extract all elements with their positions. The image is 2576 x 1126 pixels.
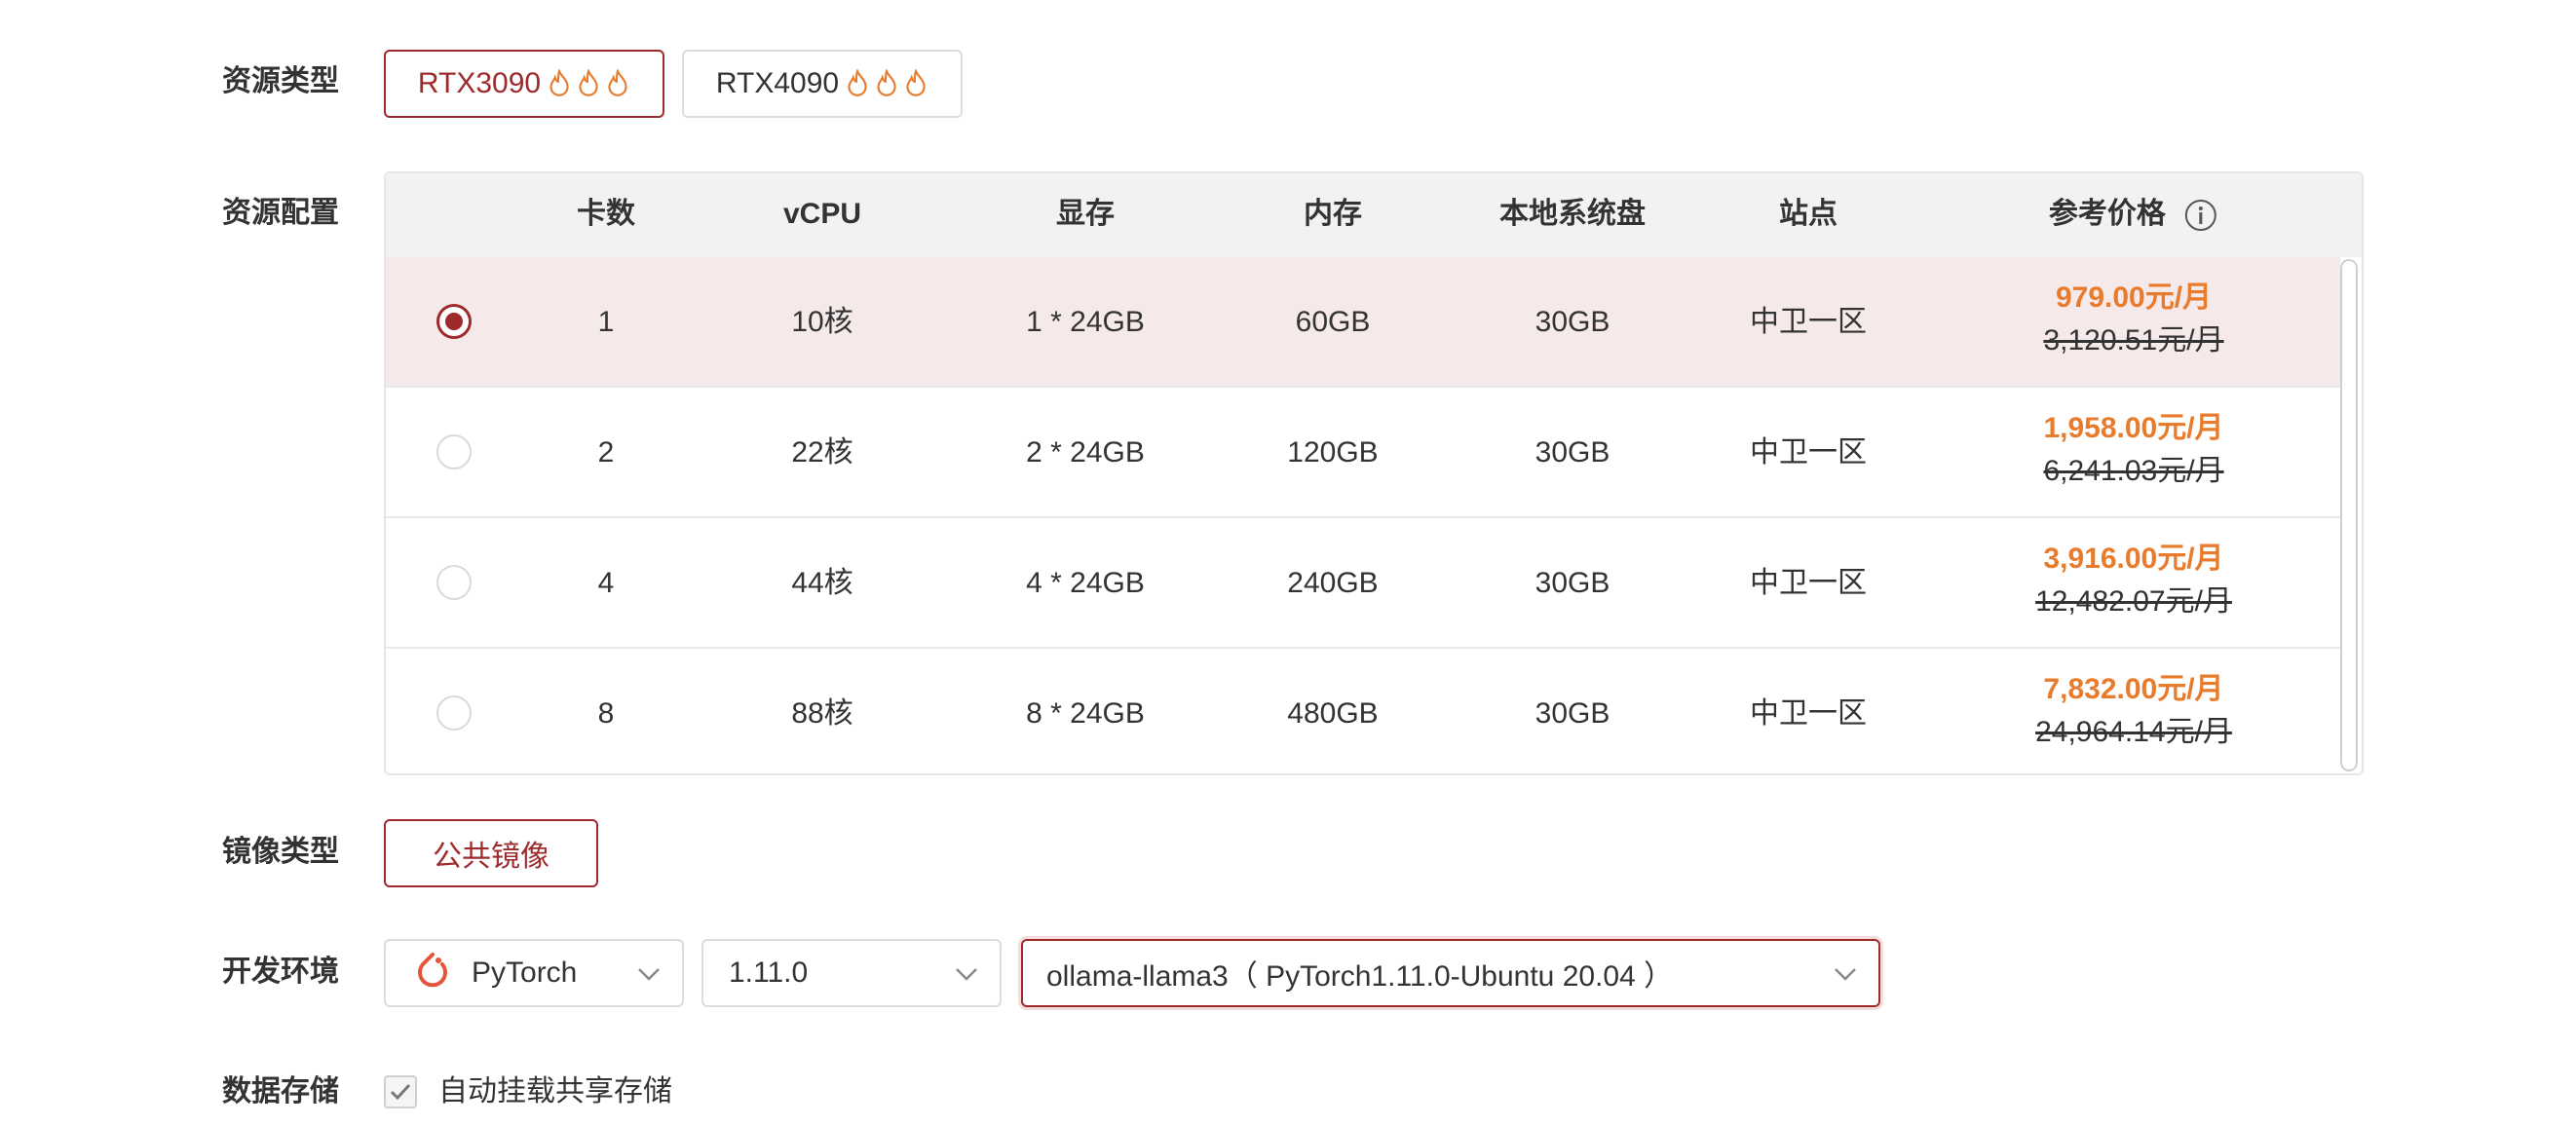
version-select-value: 1.11.0	[729, 957, 809, 989]
cell-memory: 120GB	[1287, 436, 1379, 469]
row-radio-button[interactable]	[436, 434, 472, 469]
original-price: 3,120.51元/月	[2043, 324, 2224, 357]
table-row[interactable]: 2 22核 2 * 24GB 120GB 30GB 中卫一区 1,958.00元…	[386, 388, 2340, 518]
discount-price: 3,916.00元/月	[2043, 543, 2224, 575]
pytorch-icon	[418, 953, 447, 988]
cell-vram: 8 * 24GB	[1026, 697, 1145, 730]
rtx4090-option-label: RTX4090	[715, 67, 840, 99]
column-header-price: 参考价格	[2049, 195, 2218, 234]
cell-memory: 480GB	[1287, 697, 1379, 730]
chevron-down-icon	[1835, 968, 1856, 981]
cell-vcpu: 22核	[791, 436, 853, 469]
dev-env-label: 开发环境	[222, 956, 339, 988]
flame-icon	[848, 69, 867, 96]
rtx4090-option-button[interactable]: RTX4090	[682, 50, 963, 118]
cell-vcpu: 10核	[791, 306, 853, 338]
row-radio-button[interactable]	[436, 695, 472, 731]
table-scrollbar[interactable]	[2340, 259, 2358, 771]
resource-config-table: 卡数 vCPU 显存 内存 本地系统盘 站点 参考价格 1 10核 1 * 24…	[384, 171, 2364, 775]
table-row[interactable]: 8 88核 8 * 24GB 480GB 30GB 中卫一区 7,832.00元…	[386, 649, 2340, 773]
flame-icon	[549, 69, 569, 96]
cell-memory: 240GB	[1287, 567, 1379, 599]
cell-vram: 4 * 24GB	[1026, 567, 1145, 599]
flame-icon	[906, 69, 926, 96]
discount-price: 7,832.00元/月	[2043, 673, 2224, 705]
public-image-label: 公共镜像	[433, 841, 549, 873]
resource-config-label: 资源配置	[222, 197, 339, 229]
cell-site: 中卫一区	[1750, 436, 1867, 469]
row-radio-button[interactable]	[436, 304, 472, 339]
cell-disk: 30GB	[1534, 697, 1610, 730]
column-header-vram: 显存	[1056, 198, 1115, 230]
cell-site: 中卫一区	[1750, 567, 1867, 599]
chevron-down-icon	[956, 968, 977, 981]
row-radio-button[interactable]	[436, 565, 472, 600]
public-image-button[interactable]: 公共镜像	[384, 819, 598, 887]
table-row[interactable]: 4 44核 4 * 24GB 240GB 30GB 中卫一区 3,916.00元…	[386, 518, 2340, 649]
cell-site: 中卫一区	[1750, 306, 1867, 338]
column-header-memory: 内存	[1304, 198, 1362, 230]
cell-vram: 2 * 24GB	[1026, 436, 1145, 469]
auto-mount-checkbox[interactable]	[384, 1075, 417, 1108]
discount-price: 1,958.00元/月	[2043, 412, 2224, 444]
cell-vcpu: 88核	[791, 697, 853, 730]
flame-icon	[608, 69, 627, 96]
image-type-label: 镜像类型	[222, 836, 339, 868]
cell-disk: 30GB	[1534, 436, 1610, 469]
image-select[interactable]: ollama-llama3（ PyTorch1.11.0-Ubuntu 20.0…	[1021, 939, 1880, 1007]
column-header-price-label: 参考价格	[2048, 198, 2166, 230]
flame-icon	[877, 69, 896, 96]
cell-memory: 60GB	[1295, 306, 1371, 338]
cell-disk: 30GB	[1534, 567, 1610, 599]
check-icon	[390, 1083, 411, 1101]
auto-mount-label: 自动挂载共享存储	[438, 1075, 672, 1107]
resource-type-label: 资源类型	[222, 65, 339, 97]
cell-cards: 8	[597, 697, 615, 730]
cell-vram: 1 * 24GB	[1026, 306, 1145, 338]
framework-select-value: PyTorch	[472, 957, 578, 989]
flame-icon	[579, 69, 598, 96]
table-row[interactable]: 1 10核 1 * 24GB 60GB 30GB 中卫一区 979.00元/月 …	[386, 257, 2340, 388]
rtx3090-option-label: RTX3090	[417, 67, 542, 99]
cell-disk: 30GB	[1534, 306, 1610, 338]
cell-vcpu: 44核	[791, 567, 853, 599]
cell-cards: 1	[597, 306, 615, 338]
cell-price: 3,916.00元/月 12,482.07元/月	[2035, 538, 2232, 623]
cell-site: 中卫一区	[1750, 697, 1867, 730]
cell-cards: 2	[597, 436, 615, 469]
framework-select[interactable]: PyTorch	[384, 939, 684, 1007]
chevron-down-icon	[638, 968, 660, 981]
cell-cards: 4	[597, 567, 615, 599]
info-icon[interactable]	[2183, 198, 2218, 233]
column-header-disk: 本地系统盘	[1499, 198, 1646, 230]
rtx3090-option-button[interactable]: RTX3090	[384, 50, 664, 118]
version-select[interactable]: 1.11.0	[701, 939, 1002, 1007]
cell-price: 7,832.00元/月 24,964.14元/月	[2035, 668, 2232, 754]
original-price: 24,964.14元/月	[2035, 716, 2232, 748]
column-header-vcpu: vCPU	[782, 198, 862, 230]
column-header-site: 站点	[1779, 198, 1837, 230]
original-price: 6,241.03元/月	[2043, 455, 2224, 487]
hot-flames	[841, 69, 928, 98]
storage-label: 数据存储	[222, 1075, 339, 1107]
column-header-cards: 卡数	[577, 198, 635, 230]
cell-price: 1,958.00元/月 6,241.03元/月	[2043, 407, 2223, 493]
hot-flames	[543, 69, 630, 98]
table-header: 卡数 vCPU 显存 内存 本地系统盘 站点 参考价格	[386, 173, 2362, 257]
discount-price: 979.00元/月	[2055, 282, 2213, 314]
original-price: 12,482.07元/月	[2035, 585, 2232, 618]
image-select-value: ollama-llama3（ PyTorch1.11.0-Ubuntu 20.0…	[1046, 960, 1674, 993]
cell-price: 979.00元/月 3,120.51元/月	[2043, 277, 2223, 362]
